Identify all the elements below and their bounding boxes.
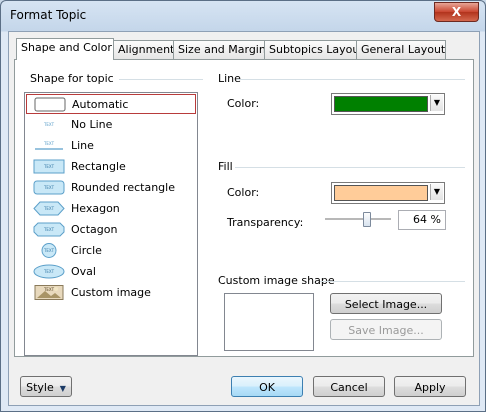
octagon-shape-icon: TEXT [33, 222, 65, 237]
tab-general-layout[interactable]: General Layout [356, 40, 446, 59]
custom-image-heading: Custom image shape [218, 274, 335, 287]
shape-and-color-panel: Shape for topic Automatic TEXT No Line T… [14, 59, 474, 357]
format-topic-dialog: Format Topic X Shape and Color Alignment… [0, 0, 486, 412]
apply-button[interactable]: Apply [394, 376, 466, 397]
line-divider [237, 79, 465, 80]
shape-label: Rounded rectangle [71, 181, 175, 194]
shape-option-circle[interactable]: TEXT Circle [26, 241, 194, 261]
chevron-down-icon: ▼ [59, 384, 66, 393]
fill-color-label: Color: [227, 186, 260, 199]
style-label: Style [26, 381, 54, 394]
tab-alignment[interactable]: Alignment [113, 40, 175, 59]
slider-track [325, 218, 391, 221]
shape-icon-text: TEXT [43, 248, 55, 253]
custom-image-shape-icon: TEXT [34, 285, 64, 300]
shape-divider [119, 79, 203, 80]
automatic-shape-icon [34, 97, 66, 112]
custom-image-divider [320, 281, 465, 282]
chevron-down-icon[interactable]: ▼ [430, 95, 443, 111]
style-button[interactable]: Style ▼ [20, 376, 72, 397]
shape-label: Octagon [71, 223, 118, 236]
shape-icon-text: TEXT [43, 164, 55, 169]
shape-option-oval[interactable]: TEXT Oval [26, 262, 194, 282]
dialog-title: Format Topic [10, 8, 87, 22]
shape-label: Oval [71, 265, 96, 278]
chevron-down-icon[interactable]: ▼ [430, 184, 443, 200]
dialog-body: Shape and Color Alignment Size and Margi… [8, 31, 480, 406]
shape-label: No Line [71, 118, 113, 131]
shape-label: Circle [71, 244, 102, 257]
tab-subtopics-layout[interactable]: Subtopics Layout [264, 40, 364, 59]
fill-heading: Fill [218, 160, 233, 173]
close-button[interactable]: X [434, 2, 479, 22]
transparency-label: Transparency: [227, 216, 304, 229]
custom-image-preview [224, 293, 314, 351]
line-color-label: Color: [227, 97, 260, 110]
fill-color-swatch [334, 185, 428, 201]
close-icon: X [451, 5, 462, 19]
shape-option-custom-image[interactable]: TEXT Custom image [26, 283, 194, 303]
shape-icon-text: TEXT [43, 185, 55, 190]
shape-label: Hexagon [71, 202, 120, 215]
tab-size-and-margins[interactable]: Size and Margins [173, 40, 272, 59]
fill-divider [235, 167, 465, 168]
hexagon-shape-icon: TEXT [33, 201, 65, 216]
shape-icon-text: TEXT [43, 206, 55, 211]
cancel-button[interactable]: Cancel [313, 376, 385, 397]
oval-shape-icon: TEXT [33, 264, 65, 279]
shape-for-topic-heading: Shape for topic [30, 72, 114, 85]
transparency-slider[interactable] [325, 211, 391, 227]
no-line-shape-icon: TEXT [43, 122, 55, 127]
shape-option-hexagon[interactable]: TEXT Hexagon [26, 199, 194, 219]
title-bar[interactable]: Format Topic X [1, 1, 485, 31]
line-color-dropdown[interactable]: ▼ [331, 93, 445, 115]
select-image-button[interactable]: Select Image... [330, 293, 442, 314]
shape-option-no-line[interactable]: TEXT No Line [26, 115, 194, 135]
rectangle-shape-icon: TEXT [33, 159, 65, 174]
transparency-input[interactable]: 64 % [398, 210, 446, 230]
shape-icon-text: TEXT [43, 141, 55, 146]
shape-list[interactable]: Automatic TEXT No Line TEXT Line TEXT Re… [24, 92, 198, 356]
shape-icon-text: TEXT [43, 269, 55, 274]
shape-option-automatic[interactable]: Automatic [26, 94, 196, 114]
line-color-swatch [334, 96, 428, 112]
slider-thumb[interactable] [363, 212, 371, 227]
shape-label: Automatic [72, 98, 129, 111]
shape-option-line[interactable]: TEXT Line [26, 136, 194, 156]
shape-option-rectangle[interactable]: TEXT Rectangle [26, 157, 194, 177]
shape-icon-text: TEXT [43, 287, 55, 292]
circle-shape-icon: TEXT [41, 243, 57, 258]
tab-shape-and-color[interactable]: Shape and Color [16, 38, 114, 60]
shape-label: Custom image [71, 286, 151, 299]
ok-button[interactable]: OK [231, 376, 303, 397]
shape-option-rounded-rectangle[interactable]: TEXT Rounded rectangle [26, 178, 194, 198]
shape-label: Line [71, 139, 94, 152]
shape-option-octagon[interactable]: TEXT Octagon [26, 220, 194, 240]
rounded-rectangle-shape-icon: TEXT [33, 180, 65, 195]
fill-color-dropdown[interactable]: ▼ [331, 182, 445, 204]
line-shape-icon: TEXT [35, 141, 63, 150]
shape-icon-text: TEXT [43, 227, 55, 232]
shape-icon-text: TEXT [43, 122, 55, 127]
save-image-button[interactable]: Save Image... [330, 319, 442, 340]
shape-label: Rectangle [71, 160, 126, 173]
